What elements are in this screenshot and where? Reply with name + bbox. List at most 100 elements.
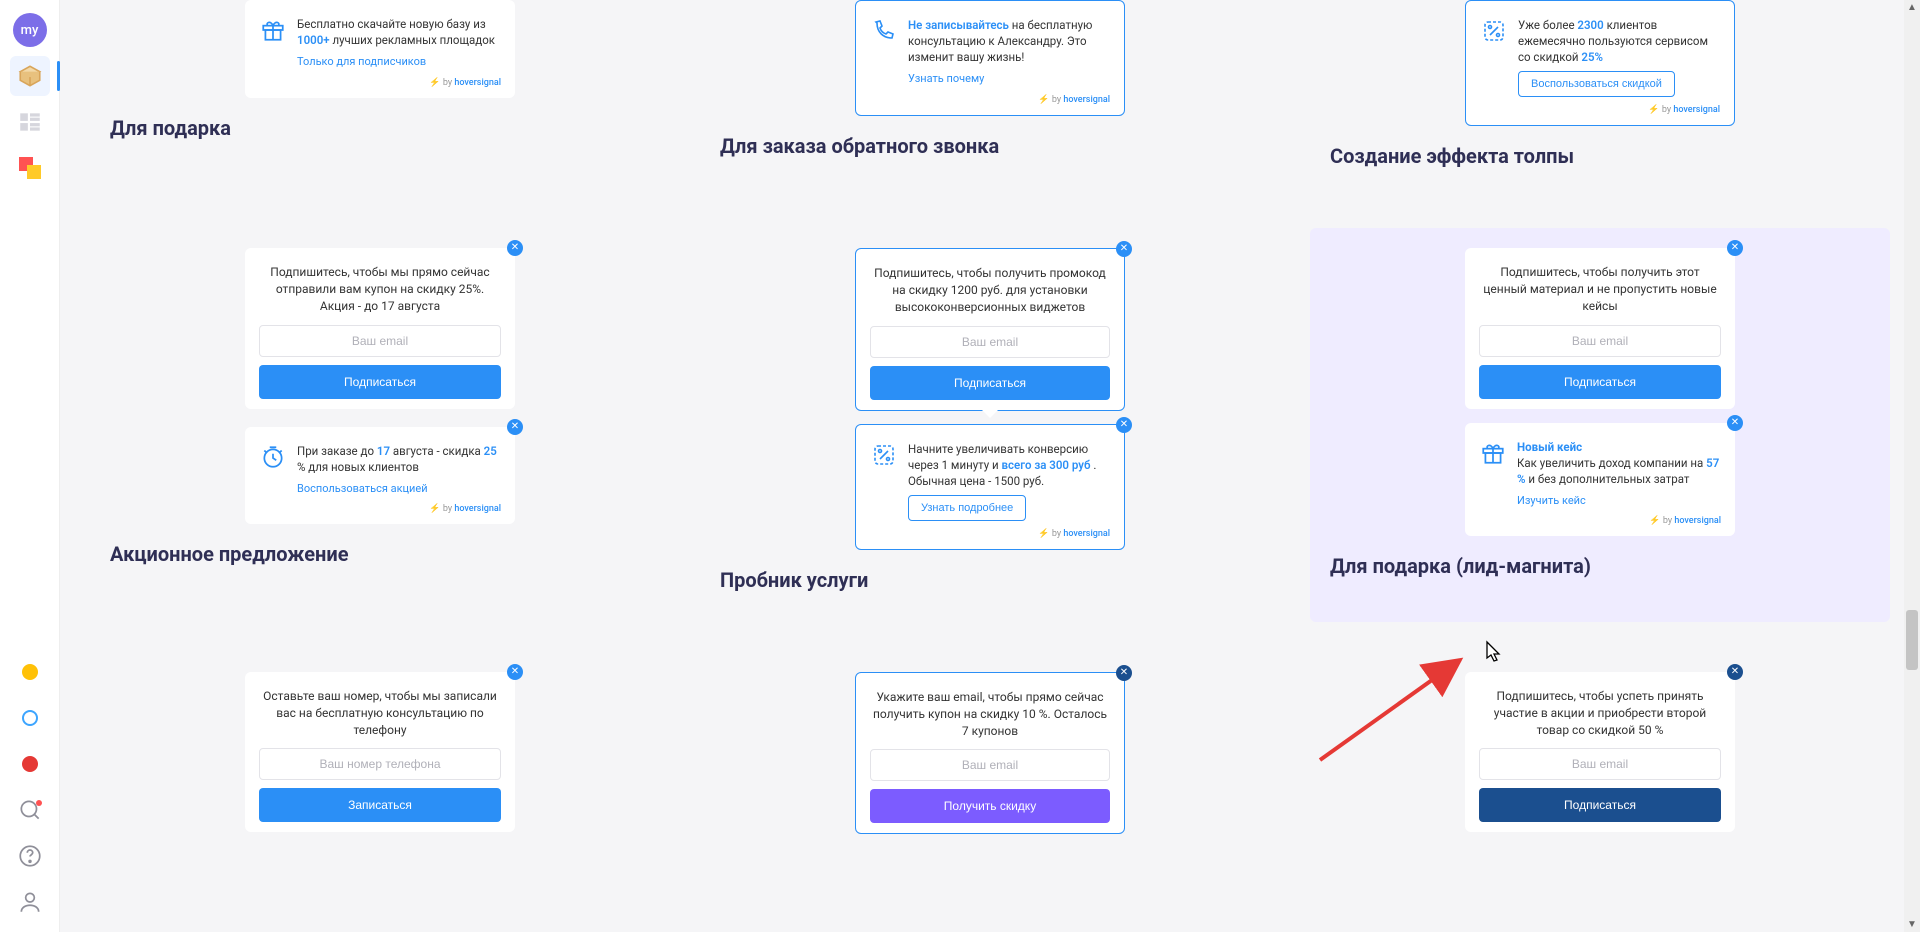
get-discount-button[interactable]: Получить скидку: [870, 789, 1110, 823]
subscribers-link[interactable]: Только для подписчиков: [297, 54, 426, 69]
sidebar-avatar[interactable]: my: [10, 10, 50, 50]
text: % для новых клиентов: [297, 460, 419, 474]
subscribe-button[interactable]: Подписаться: [870, 366, 1110, 400]
cell-bot-1[interactable]: ✕ Оставьте ваш номер, чтобы мы записали …: [90, 652, 670, 834]
sidebar-item-status-yellow[interactable]: [10, 652, 50, 692]
cell-mid-1[interactable]: ✕ Подпишитесь, чтобы мы прямо сейчас отп…: [90, 228, 670, 622]
why-link[interactable]: Узнать почему: [908, 71, 984, 86]
shapes-icon: [19, 157, 41, 179]
subscribe-button[interactable]: Подписаться: [1479, 365, 1721, 399]
phone-input[interactable]: [259, 748, 501, 780]
sidebar-item-list[interactable]: [10, 102, 50, 142]
avatar: my: [13, 13, 47, 47]
close-icon[interactable]: ✕: [1727, 240, 1743, 256]
email-input[interactable]: [259, 325, 501, 357]
card-text: Подпишитесь, чтобы мы прямо сейчас отпра…: [259, 264, 501, 314]
cell-mid-3[interactable]: ✕ Подпишитесь, чтобы получить этот ценны…: [1310, 228, 1890, 622]
email-input[interactable]: [1479, 748, 1721, 780]
subscribe-button[interactable]: Подписаться: [1479, 788, 1721, 822]
card-text: Подпишитесь, чтобы успеть принять участи…: [1479, 688, 1721, 738]
section-title: Для заказа обратного звонка: [720, 134, 999, 158]
gift-icon: [1479, 439, 1507, 467]
subscribe-button[interactable]: Подписаться: [259, 365, 501, 399]
scroll-down-icon[interactable]: ▼: [1907, 919, 1917, 930]
sidebar-item-chat[interactable]: [10, 790, 50, 830]
dot-red-icon: [22, 756, 38, 772]
dot-yellow-icon: [22, 664, 38, 680]
highlight: 25: [484, 444, 497, 458]
card-text: Оставьте ваш номер, чтобы мы записали ва…: [259, 688, 501, 738]
cell-bot-3[interactable]: ✕ Подпишитесь, чтобы успеть принять учас…: [1310, 652, 1890, 834]
card-footer: ⚡ by hoversignal: [1480, 105, 1720, 115]
card-footer: ⚡ by hoversignal: [259, 504, 501, 514]
phone-icon: [870, 17, 898, 45]
card-text: Подпишитесь, чтобы получить промокод на …: [870, 265, 1110, 315]
highlight: всего за 300 руб: [1002, 458, 1091, 472]
card-crowd: Уже более 2300 клиентов ежемесячно польз…: [1465, 0, 1735, 126]
text: Уже более: [1518, 18, 1575, 32]
notification-dot-icon: [36, 800, 42, 806]
scroll-thumb[interactable]: [1906, 610, 1918, 670]
highlight: Не записывайтесь: [908, 18, 1009, 32]
close-icon[interactable]: ✕: [1116, 241, 1132, 257]
signup-button[interactable]: Записаться: [259, 788, 501, 822]
card-leadmagnet-subscribe: ✕ Подпишитесь, чтобы получить этот ценны…: [1465, 248, 1735, 408]
card-second-item: ✕ Подпишитесь, чтобы успеть принять учас…: [1465, 672, 1735, 832]
learn-more-button[interactable]: Узнать подробнее: [908, 495, 1026, 521]
sidebar-item-user[interactable]: [10, 882, 50, 922]
cell-mid-2[interactable]: ✕ Подпишитесь, чтобы получить промокод н…: [700, 228, 1280, 622]
sidebar-item-status-red[interactable]: [10, 744, 50, 784]
scroll-up-icon[interactable]: ▲: [1907, 2, 1917, 13]
text: Бесплатно скачайте новую базу из: [297, 17, 486, 31]
mini-title: Новый кейс: [1517, 440, 1582, 454]
section-title: Для подарка: [110, 116, 231, 140]
sidebar-item-shapes[interactable]: [10, 148, 50, 188]
close-icon[interactable]: ✕: [507, 419, 523, 435]
use-promo-link[interactable]: Воспользоваться акцией: [297, 481, 428, 496]
close-icon[interactable]: ✕: [507, 240, 523, 256]
scrollbar[interactable]: ▲ ▼: [1904, 0, 1920, 932]
text: При заказе до: [297, 444, 374, 458]
card-text: Укажите ваш email, чтобы прямо сейчас по…: [870, 689, 1110, 739]
use-discount-button[interactable]: Воспользоваться скидкой: [1518, 71, 1675, 97]
speech-tail-icon: [982, 410, 998, 418]
highlight: 17: [377, 444, 390, 458]
text: августа - скидка: [393, 444, 481, 458]
cell-top-1: Бесплатно скачайте новую базу из 1000+ л…: [90, 0, 670, 198]
sidebar-item-status-blue[interactable]: [10, 698, 50, 738]
study-case-link[interactable]: Изучить кейс: [1517, 493, 1586, 508]
card-leadmagnet-mini: ✕ Новый кейс Как увеличить доход компани…: [1465, 423, 1735, 537]
card-footer: ⚡ by hoversignal: [870, 529, 1110, 539]
section-title: Создание эффекта толпы: [1330, 144, 1574, 168]
text: и без дополнительных затрат: [1528, 472, 1689, 486]
close-icon[interactable]: ✕: [1727, 664, 1743, 680]
sidebar: my: [0, 0, 60, 932]
card-consult: Не записывайтесь на бесплатную консульта…: [855, 0, 1125, 116]
cell-bot-2[interactable]: ✕ Укажите ваш email, чтобы прямо сейчас …: [700, 652, 1280, 834]
sidebar-item-templates[interactable]: [10, 56, 50, 96]
section-title: Акционное предложение: [110, 542, 349, 566]
box-icon: [17, 63, 43, 89]
cell-top-2: Не записывайтесь на бесплатную консульта…: [700, 0, 1280, 198]
highlight: 2300: [1577, 18, 1603, 32]
card-trial-mini: ✕ Начните увеличивать конверсию через 1 …: [855, 424, 1125, 550]
close-icon[interactable]: ✕: [1727, 415, 1743, 431]
sidebar-item-help[interactable]: [10, 836, 50, 876]
email-input[interactable]: [1479, 325, 1721, 357]
card-gift-db: Бесплатно скачайте новую базу из 1000+ л…: [245, 0, 515, 98]
email-input[interactable]: [870, 749, 1110, 781]
close-icon[interactable]: ✕: [507, 664, 523, 680]
card-trial-subscribe: ✕ Подпишитесь, чтобы получить промокод н…: [855, 248, 1125, 410]
card-footer: ⚡ by hoversignal: [259, 78, 501, 88]
email-input[interactable]: [870, 326, 1110, 358]
text: лучших рекламных площадок: [332, 33, 495, 47]
card-promo-subscribe: ✕ Подпишитесь, чтобы мы прямо сейчас отп…: [245, 248, 515, 408]
percent-icon: [1480, 17, 1508, 45]
close-icon[interactable]: ✕: [1116, 665, 1132, 681]
section-title: Пробник услуги: [720, 568, 868, 592]
section-title: Для подарка (лид-магнита): [1330, 554, 1591, 578]
card-footer: ⚡ by hoversignal: [1479, 516, 1721, 526]
card-text: Подпишитесь, чтобы получить этот ценный …: [1479, 264, 1721, 314]
percent-icon: [870, 441, 898, 469]
close-icon[interactable]: ✕: [1116, 417, 1132, 433]
